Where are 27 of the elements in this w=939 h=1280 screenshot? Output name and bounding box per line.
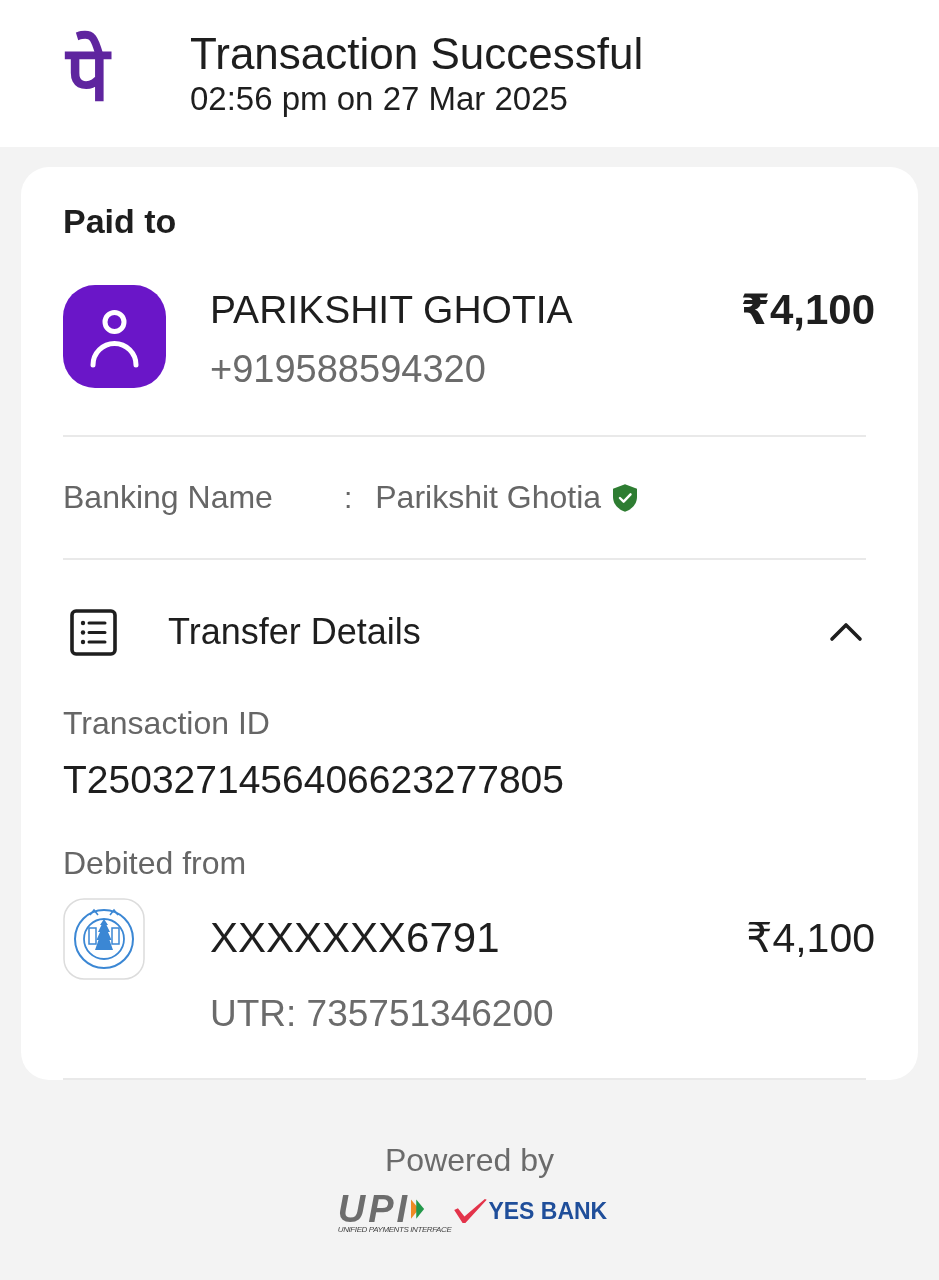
tick-icon xyxy=(453,1198,488,1224)
upi-tagline: UNIFIED PAYMENTS INTERFACE xyxy=(337,1225,452,1235)
timestamp: 02:56 pm on 27 Mar 2025 xyxy=(190,80,568,118)
upi-logo-text: UPI xyxy=(337,1193,411,1225)
section-heading: Paid to xyxy=(63,201,177,241)
powered-by-text: Powered by xyxy=(385,1141,554,1179)
debit-amount: ₹4,100 xyxy=(746,914,875,962)
chevron-icon[interactable] xyxy=(829,622,863,642)
transaction-id: T2503271456406623277805 xyxy=(63,757,564,803)
amount: ₹4,100 xyxy=(740,285,875,333)
utr-number: UTR: 735751346200 xyxy=(210,992,554,1036)
bank-emblem-icon xyxy=(63,898,145,980)
banking-name-value: Parikshit Ghotia xyxy=(375,479,602,516)
account-number: XXXXXXX6791 xyxy=(210,914,500,962)
arrow-icon xyxy=(411,1198,426,1220)
status-title: Transaction Successful xyxy=(190,28,644,80)
section-title: Transfer Details xyxy=(168,611,421,653)
separator: : xyxy=(343,480,353,515)
app-logo: पे xyxy=(66,32,190,116)
avatar-icon xyxy=(63,285,166,388)
payee-name: PARIKSHIT GHOTIA xyxy=(210,287,573,333)
list-icon xyxy=(70,608,117,656)
field-label: Banking Name xyxy=(63,479,273,516)
bank-logo-text: YES BANK xyxy=(488,1197,608,1225)
field-label: Debited from xyxy=(63,844,247,882)
payee-phone: +919588594320 xyxy=(210,347,486,391)
field-label: Transaction ID xyxy=(63,704,270,742)
